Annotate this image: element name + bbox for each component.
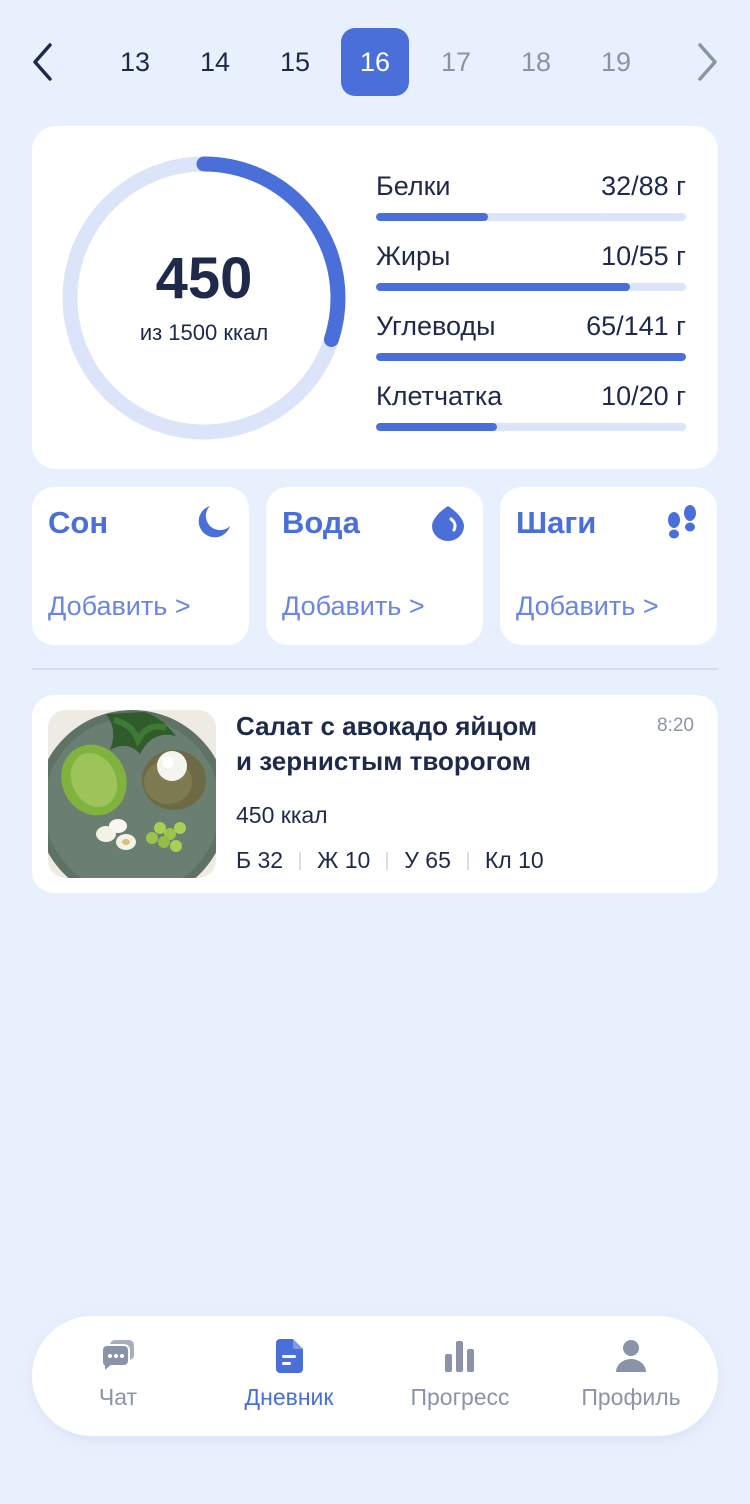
section-divider (32, 668, 718, 670)
footprints-icon (668, 505, 696, 539)
chevron-left-icon (33, 43, 52, 81)
water-add-link[interactable]: Добавить > (282, 591, 425, 622)
profile-icon (616, 1340, 646, 1372)
nutrition-summary-card: 450 из 1500 ккал Белки 32/88 г Жиры 10/5… (32, 126, 718, 469)
chevron-right-icon (698, 43, 717, 81)
steps-add-link[interactable]: Добавить > (516, 591, 659, 622)
day-13[interactable]: 13 (101, 28, 169, 96)
date-strip: 13 14 15 16 17 18 19 (0, 28, 750, 96)
macro-progress-bar (376, 213, 686, 221)
previous-week-button[interactable] (18, 38, 66, 86)
meal-time: 8:20 (657, 715, 694, 736)
day-15[interactable]: 15 (261, 28, 329, 96)
calorie-summary: 450 из 1500 ккал (62, 156, 346, 440)
meal-protein: Б 32 (236, 847, 284, 873)
next-week-button[interactable] (684, 38, 732, 86)
macro-label: Клетчатка (376, 381, 503, 411)
macro-carbs: Углеводы 65/141 г (376, 311, 686, 361)
sleep-tracker-card[interactable]: Сон Добавить > (32, 487, 249, 645)
meal-carbs: У 65 (404, 847, 451, 873)
nav-progress[interactable]: Прогресс (380, 1316, 540, 1436)
day-18[interactable]: 18 (502, 28, 570, 96)
meal-fat: Ж 10 (317, 847, 371, 873)
day-16-selected[interactable]: 16 (341, 28, 409, 96)
macro-value: 65/141 г (586, 311, 686, 341)
nav-label: Дневник (244, 1384, 334, 1410)
calories-goal: из 1500 ккал (139, 320, 269, 345)
diary-icon (276, 1339, 303, 1373)
day-19[interactable]: 19 (582, 28, 650, 96)
macro-label: Белки (376, 171, 451, 201)
sleep-add-link[interactable]: Добавить > (48, 591, 191, 622)
macro-protein: Белки 32/88 г (376, 171, 686, 221)
macro-fiber: Клетчатка 10/20 г (376, 381, 686, 431)
meal-macros: Б 32 Ж 10 У 65 Кл 10 (236, 847, 544, 874)
nav-label: Прогресс (410, 1384, 510, 1410)
meal-entry-card[interactable]: Салат с авокадо яйцом и зернистым творог… (32, 695, 718, 893)
progress-chart-icon (445, 1341, 474, 1372)
water-drop-icon (432, 506, 464, 541)
steps-tracker-card[interactable]: Шаги Добавить > (500, 487, 717, 645)
nav-diary[interactable]: Дневник (209, 1316, 369, 1436)
macro-value: 10/55 г (601, 241, 686, 271)
day-17[interactable]: 17 (422, 28, 490, 96)
macro-separator (386, 851, 389, 870)
day-14[interactable]: 14 (181, 28, 249, 96)
water-tracker-card[interactable]: Вода Добавить > (266, 487, 483, 645)
nav-profile[interactable]: Профиль (551, 1316, 711, 1436)
meal-title-line: и зернистым творогом (236, 746, 531, 776)
meal-calories: 450 ккал (236, 802, 328, 828)
macro-label: Углеводы (376, 311, 496, 341)
macro-progress-bar (376, 283, 686, 291)
moon-icon (198, 506, 230, 538)
macro-progress-bar (376, 423, 686, 431)
meal-title-line: Салат с авокадо яйцом (236, 711, 538, 741)
nav-label: Чат (98, 1384, 138, 1410)
nav-label: Профиль (581, 1384, 681, 1410)
macro-value: 10/20 г (601, 381, 686, 411)
tracker-title: Вода (282, 505, 360, 540)
macro-progress-bar (376, 353, 686, 361)
macro-label: Жиры (376, 241, 451, 271)
calories-consumed: 450 (155, 246, 253, 311)
macro-fat: Жиры 10/55 г (376, 241, 686, 291)
macro-separator (466, 851, 469, 870)
chat-icon (101, 1340, 134, 1374)
meal-fiber: Кл 10 (484, 847, 544, 873)
bottom-navigation: Чат Дневник Прогресс Профиль (32, 1316, 718, 1436)
macro-separator (299, 851, 302, 870)
macro-value: 32/88 г (601, 171, 686, 201)
tracker-title: Сон (48, 505, 109, 540)
nav-chat[interactable]: Чат (38, 1316, 198, 1436)
meal-photo (48, 710, 216, 878)
tracker-title: Шаги (516, 505, 597, 540)
meal-title: Салат с авокадо яйцом и зернистым творог… (236, 709, 616, 779)
